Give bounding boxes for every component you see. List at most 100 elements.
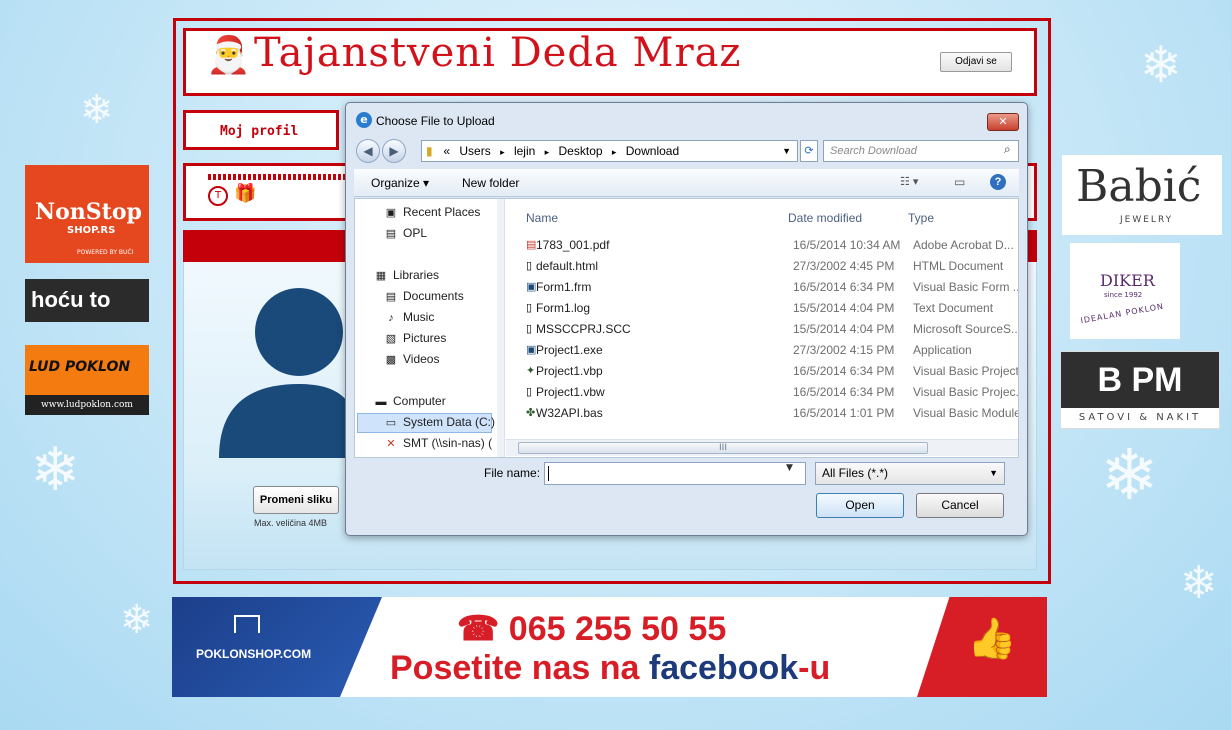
nav-item-system-data[interactable]: ▭ System Data (C:) <box>383 415 495 429</box>
file-name: Project1.vbp <box>536 364 603 378</box>
file-row[interactable]: ▣ Project1.exe 27/3/2002 4:15 PM Applicatio… <box>506 340 1018 361</box>
ad-babic[interactable]: Babić JEWELRY <box>1062 155 1222 235</box>
ad-babic-title: Babić <box>1076 161 1202 212</box>
search-input[interactable]: Search Download <box>823 140 1019 162</box>
ad-ludpoklon[interactable]: LUD POKLON www.ludpoklon.com <box>25 345 149 415</box>
address-bar[interactable]: ▮ « Users ▸ lejin ▸ Desktop ▸ Download ▼ <box>421 140 798 162</box>
recent-places-icon: ▣ <box>385 207 397 219</box>
nav-item-libraries[interactable]: ▦ Libraries <box>373 268 439 282</box>
file-type: Visual Basic Projec... <box>913 385 1018 399</box>
file-name-input[interactable] <box>544 462 806 485</box>
ad-ludpoklon-title: LUD POKLON <box>29 359 131 375</box>
file-row[interactable]: ▣ Form1.frm 16/5/2014 6:34 PM Visual Basic … <box>506 277 1018 298</box>
ad-diker[interactable]: DIKER since 1992 IDEALAN POKLON <box>1070 243 1180 339</box>
change-picture-button[interactable]: Promeni sliku <box>253 486 339 514</box>
drive-icon: ▭ <box>385 417 397 429</box>
vb-form-icon: ▣ <box>526 281 537 293</box>
column-header-type[interactable]: Type <box>908 211 934 225</box>
gift-icon[interactable]: 🎁 <box>234 183 256 204</box>
column-header-name[interactable]: Name <box>526 211 558 225</box>
nav-item-smt[interactable]: ✕ SMT (\\sin-nas) ( <box>383 436 492 450</box>
breadcrumb-separator: ▸ <box>500 147 505 157</box>
file-name: default.html <box>536 259 599 273</box>
cancel-button[interactable]: Cancel <box>916 493 1004 518</box>
file-row[interactable]: ▯ MSSCCPRJ.SCC 15/5/2014 4:04 PM Microsoft … <box>506 319 1018 340</box>
file-type: Adobe Acrobat D... <box>913 238 1014 252</box>
search-icon[interactable]: ⌕ <box>1004 142 1011 157</box>
ad-ludpoklon-url: www.ludpoklon.com <box>25 395 149 415</box>
ad-diker-sub: IDEALAN POKLON <box>1079 301 1165 326</box>
view-options-icon[interactable]: ☷ ▾ <box>900 175 918 188</box>
horizontal-scrollbar[interactable]: III <box>506 439 1018 456</box>
promo-banner[interactable]: POKLONSHOP.COM ☎ 065 255 50 55 Posetite … <box>172 597 1047 697</box>
file-type: Visual Basic Module <box>913 406 1018 420</box>
nav-item-label: Libraries <box>393 268 440 282</box>
file-icon: ▯ <box>526 260 533 272</box>
logout-button[interactable]: Odjavi se <box>940 52 1012 72</box>
nav-item-videos[interactable]: ▩ Videos <box>383 352 440 366</box>
file-type-select[interactable]: All Files (*.*) ▼ <box>815 462 1005 485</box>
my-profile-link[interactable]: Moj profil <box>220 124 298 139</box>
file-row[interactable]: ▯ default.html 27/3/2002 4:45 PM HTML Docum… <box>506 256 1018 277</box>
file-row[interactable]: ✤ W32API.bas 16/5/2014 1:01 PM Visual Basic… <box>506 403 1018 424</box>
back-icon[interactable]: ◀ <box>356 139 380 163</box>
nav-item-music[interactable]: ♪ Music <box>383 310 434 324</box>
nav-item-opl[interactable]: ▤ OPL <box>383 226 427 240</box>
ad-nonstop[interactable]: NonStop SHOP.RS POWERED BY BUĆI <box>25 165 149 263</box>
file-date: 16/5/2014 10:34 AM <box>793 238 901 252</box>
open-button[interactable]: Open <box>816 493 904 518</box>
file-row[interactable]: ▯ Form1.log 15/5/2014 4:04 PM Text Document <box>506 298 1018 319</box>
ad-bpm[interactable]: B PM SATOVI & NAKIT <box>1060 351 1220 429</box>
nav-pane-scrollbar[interactable] <box>497 199 504 457</box>
file-name: MSSCCPRJ.SCC <box>536 322 631 336</box>
organize-menu[interactable]: Organize ▾ <box>371 176 429 190</box>
banner-left-panel: POKLONSHOP.COM <box>172 597 382 697</box>
refresh-icon[interactable]: ⟳ <box>800 140 818 162</box>
breadcrumb-lejin[interactable]: lejin <box>514 144 535 158</box>
nav-item-computer[interactable]: ▬ Computer <box>373 394 446 408</box>
file-name: Form1.log <box>536 301 591 315</box>
file-row[interactable]: ✦ Project1.vbp 16/5/2014 6:34 PM Visual Bas… <box>506 361 1018 382</box>
banner-fb-prefix: Posetite nas na <box>390 649 649 687</box>
ad-diker-title: DIKER <box>1100 271 1155 290</box>
ad-hocu-to[interactable]: hoću to <box>25 279 149 322</box>
address-dropdown-icon[interactable]: ▼ <box>782 141 791 161</box>
vb-project-icon: ✦ <box>526 365 536 377</box>
file-date: 16/5/2014 1:01 PM <box>793 406 895 420</box>
file-row[interactable]: ▯ Project1.vbw 16/5/2014 6:34 PM Visual Bas… <box>506 382 1018 403</box>
help-icon[interactable]: ? <box>990 174 1006 190</box>
file-row[interactable]: ▤ 1783_001.pdf 16/5/2014 10:34 AM Adobe Acr… <box>506 235 1018 256</box>
horizontal-scroll-thumb[interactable]: III <box>518 442 928 454</box>
site-title: Tajanstveni Deda Mraz <box>254 30 742 76</box>
file-name-dropdown-icon[interactable]: ▼ <box>786 463 793 473</box>
nav-item-pictures[interactable]: ▧ Pictures <box>383 331 447 345</box>
column-header-date[interactable]: Date modified <box>788 211 862 225</box>
ad-babic-sub: JEWELRY <box>1120 215 1174 225</box>
banner-right-panel: 👍 <box>917 597 1047 697</box>
ie-icon: e <box>356 112 372 128</box>
navigation-pane: ▣ Recent Places ▤ OPL ▦ Libraries ▤ Document… <box>355 199 505 457</box>
vb-module-icon: ✤ <box>526 407 536 419</box>
t-icon[interactable]: T <box>208 186 228 206</box>
file-icon: ▯ <box>526 323 533 335</box>
dialog-close-button[interactable]: ✕ <box>987 113 1019 131</box>
forward-icon[interactable]: ▶ <box>382 139 406 163</box>
breadcrumb-users[interactable]: Users <box>459 144 490 158</box>
file-upload-dialog: e Choose File to Upload ✕ ◀ ▶ ▮ « Users … <box>345 102 1028 536</box>
ad-hocu-title: hoću to <box>31 287 111 312</box>
dialog-title: Choose File to Upload <box>376 114 495 128</box>
new-folder-button[interactable]: New folder <box>462 176 519 190</box>
banner-facebook-text: Posetite nas na facebook-u <box>390 649 830 688</box>
breadcrumb-separator: ▸ <box>611 147 617 157</box>
preview-pane-icon[interactable]: ▭ <box>954 175 965 189</box>
ad-bpm-title: B PM <box>1061 352 1219 408</box>
snowflake-icon: ❄ <box>1140 36 1182 94</box>
file-type: HTML Document <box>913 259 1004 273</box>
dialog-toolbar: Organize ▾ New folder ☷ ▾ ▭ ? <box>354 169 1019 197</box>
breadcrumb-download[interactable]: Download <box>626 144 679 158</box>
nav-item-recent-places[interactable]: ▣ Recent Places <box>383 205 481 219</box>
nav-item-documents[interactable]: ▤ Documents <box>383 289 464 303</box>
nav-item-label: Computer <box>393 394 446 408</box>
file-name: W32API.bas <box>536 406 603 420</box>
breadcrumb-desktop[interactable]: Desktop <box>559 144 603 158</box>
